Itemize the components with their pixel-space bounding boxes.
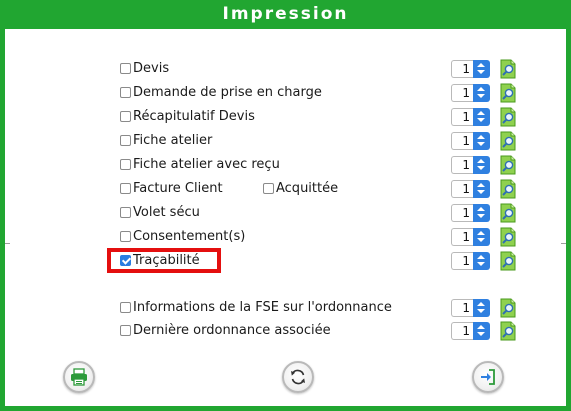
quantity-field[interactable]: 1	[451, 60, 473, 78]
preview-icon[interactable]	[498, 251, 518, 271]
checkbox-derniere-ordonnance[interactable]	[120, 325, 131, 336]
list-item-fiche-atelier: Fiche atelier 1	[5, 131, 566, 151]
preview-icon[interactable]	[498, 321, 518, 341]
stepper-arrows-icon[interactable]	[473, 204, 490, 222]
stepper-arrows-icon[interactable]	[473, 252, 490, 270]
preview-icon[interactable]	[498, 83, 518, 103]
checkbox-informations-fse[interactable]	[120, 302, 131, 313]
checkbox-consentements[interactable]	[120, 231, 131, 242]
checkbox-acquittee[interactable]	[263, 183, 274, 194]
printer-icon	[71, 368, 87, 386]
quantity-field[interactable]: 1	[451, 180, 473, 198]
quantity-field[interactable]: 1	[451, 108, 473, 126]
list-item-consentements: Consentement(s) 1	[5, 227, 566, 247]
quantity-field[interactable]: 1	[451, 299, 473, 317]
list-item-volet-secu: Volet sécu 1	[5, 203, 566, 223]
stepper-arrows-icon[interactable]	[473, 132, 490, 150]
stepper-arrows-icon[interactable]	[473, 60, 490, 78]
preview-icon[interactable]	[498, 227, 518, 247]
list-item-demande-prise-en-charge: Demande de prise en charge 1	[5, 83, 566, 103]
preview-icon[interactable]	[498, 59, 518, 79]
label-informations-fse: Informations de la FSE sur l'ordonnance	[133, 300, 392, 315]
quantity-stepper-fiche-atelier-avec-recu[interactable]: 1	[451, 156, 490, 174]
checkbox-demande-prise-en-charge[interactable]	[120, 87, 131, 98]
quantity-field[interactable]: 1	[451, 84, 473, 102]
label-facture-client: Facture Client	[133, 181, 223, 196]
preview-icon[interactable]	[498, 155, 518, 175]
quantity-stepper-tracabilite[interactable]: 1	[451, 252, 490, 270]
quantity-stepper-demande-prise-en-charge[interactable]: 1	[451, 84, 490, 102]
exit-button[interactable]	[472, 361, 504, 393]
exit-icon	[481, 369, 495, 385]
dialog-title: Impression	[222, 4, 349, 24]
label-demande-prise-en-charge: Demande de prise en charge	[133, 85, 322, 100]
list-item-informations-fse: Informations de la FSE sur l'ordonnance …	[5, 298, 566, 318]
quantity-field[interactable]: 1	[451, 252, 473, 270]
preview-icon[interactable]	[498, 179, 518, 199]
checkbox-fiche-atelier-avec-recu[interactable]	[120, 159, 131, 170]
print-dialog: Impression Devis 1 Demande de prise en c…	[0, 0, 571, 411]
list-item-facture-client: Facture Client Acquittée 1	[5, 179, 566, 199]
quantity-field[interactable]: 1	[451, 322, 473, 340]
quantity-stepper-recapitulatif-devis[interactable]: 1	[451, 108, 490, 126]
stepper-arrows-icon[interactable]	[473, 108, 490, 126]
label-volet-secu: Volet sécu	[133, 205, 200, 220]
stepper-arrows-icon[interactable]	[473, 228, 490, 246]
print-button[interactable]	[63, 361, 95, 393]
stepper-arrows-icon[interactable]	[473, 156, 490, 174]
refresh-icon	[291, 369, 305, 385]
checkbox-facture-client[interactable]	[120, 183, 131, 194]
quantity-stepper-facture-client[interactable]: 1	[451, 180, 490, 198]
stepper-arrows-icon[interactable]	[473, 299, 490, 317]
dialog-content: Devis 1 Demande de prise en charge 1 Réc…	[5, 29, 566, 406]
quantity-field[interactable]: 1	[451, 228, 473, 246]
stepper-arrows-icon[interactable]	[473, 322, 490, 340]
quantity-stepper-volet-secu[interactable]: 1	[451, 204, 490, 222]
preview-icon[interactable]	[498, 107, 518, 127]
list-item-recapitulatif-devis: Récapitulatif Devis 1	[5, 107, 566, 127]
list-item-derniere-ordonnance: Dernière ordonnance associée 1	[5, 321, 566, 341]
checkbox-recapitulatif-devis[interactable]	[120, 111, 131, 122]
list-item-devis: Devis 1	[5, 59, 566, 79]
label-acquittee: Acquittée	[276, 181, 339, 196]
label-fiche-atelier-avec-recu: Fiche atelier avec reçu	[133, 157, 280, 172]
quantity-field[interactable]: 1	[451, 156, 473, 174]
label-fiche-atelier: Fiche atelier	[133, 133, 213, 148]
highlight-box	[107, 248, 221, 273]
list-item-tracabilite: Traçabilité 1	[5, 251, 566, 271]
preview-icon[interactable]	[498, 203, 518, 223]
list-item-fiche-atelier-avec-recu: Fiche atelier avec reçu 1	[5, 155, 566, 175]
label-derniere-ordonnance: Dernière ordonnance associée	[133, 323, 331, 338]
quantity-stepper-consentements[interactable]: 1	[451, 228, 490, 246]
preview-icon[interactable]	[498, 298, 518, 318]
stepper-arrows-icon[interactable]	[473, 84, 490, 102]
label-recapitulatif-devis: Récapitulatif Devis	[133, 109, 255, 124]
quantity-field[interactable]: 1	[451, 132, 473, 150]
label-consentements: Consentement(s)	[133, 229, 246, 244]
quantity-stepper-informations-fse[interactable]: 1	[451, 299, 490, 317]
preview-icon[interactable]	[498, 131, 518, 151]
checkbox-devis[interactable]	[120, 63, 131, 74]
quantity-field[interactable]: 1	[451, 204, 473, 222]
stepper-arrows-icon[interactable]	[473, 180, 490, 198]
label-devis: Devis	[133, 61, 170, 76]
checkbox-fiche-atelier[interactable]	[120, 135, 131, 146]
checkbox-volet-secu[interactable]	[120, 207, 131, 218]
quantity-stepper-devis[interactable]: 1	[451, 60, 490, 78]
refresh-button[interactable]	[282, 361, 314, 393]
quantity-stepper-derniere-ordonnance[interactable]: 1	[451, 322, 490, 340]
quantity-stepper-fiche-atelier[interactable]: 1	[451, 132, 490, 150]
